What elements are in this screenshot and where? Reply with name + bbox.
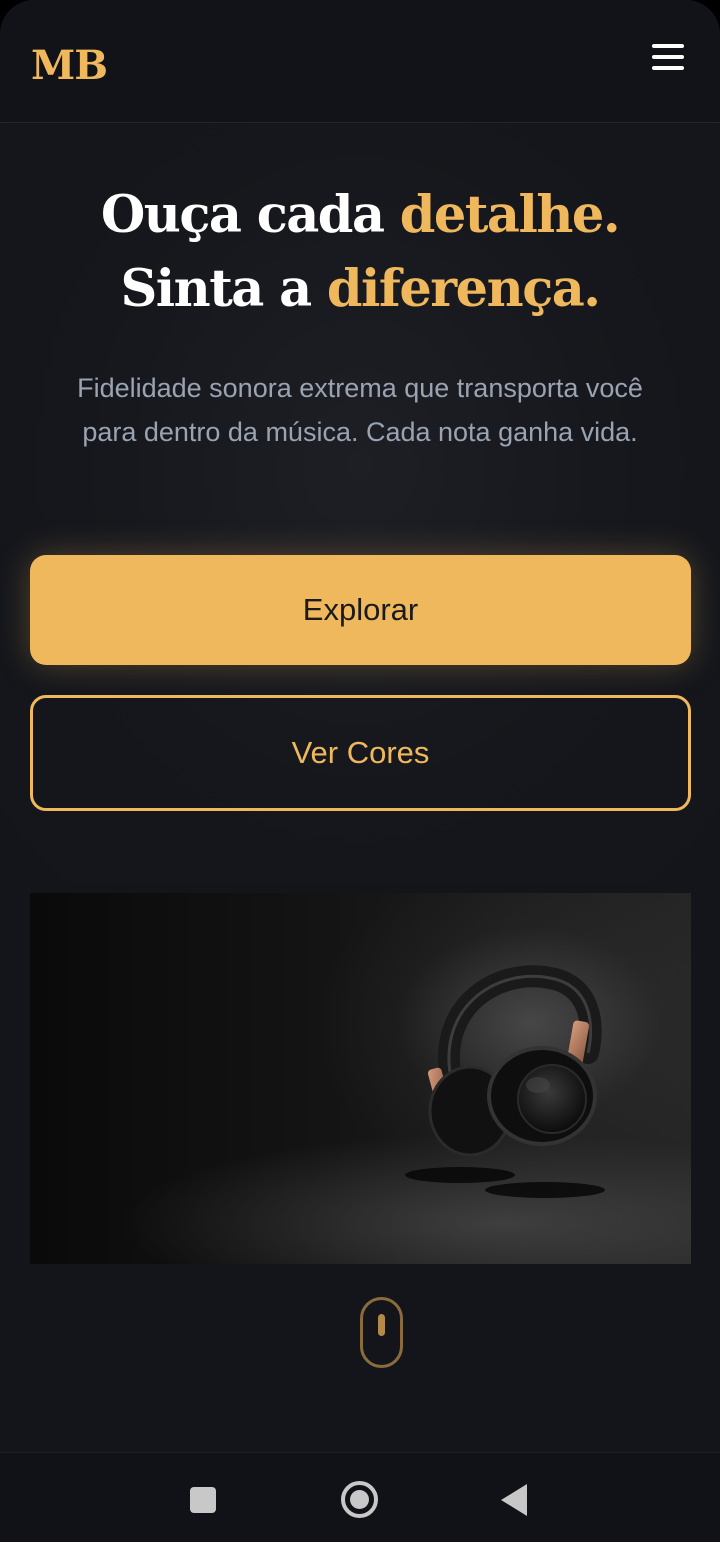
- headline-accent: detalhe.: [399, 185, 621, 245]
- triangle-back-icon[interactable]: [501, 1484, 527, 1516]
- headline-text: Sinta a: [120, 259, 327, 319]
- menu-bar: [652, 66, 684, 70]
- headline-line-1: Ouça cada detalhe.: [100, 185, 621, 245]
- hero-subtitle: Fidelidade sonora extrema que transporta…: [77, 373, 643, 447]
- square-recents-icon[interactable]: [190, 1487, 216, 1513]
- system-navigation-bar: [0, 1452, 720, 1542]
- hamburger-menu-icon[interactable]: [650, 43, 686, 73]
- hero-headline: Ouça cada detalhe. Sinta a diferença.: [0, 178, 720, 326]
- headline-accent: diferença.: [326, 259, 601, 319]
- mouse-scroll-icon[interactable]: [360, 1297, 403, 1368]
- menu-bar: [652, 55, 684, 59]
- headline-text: Ouça cada: [100, 185, 400, 245]
- app-screen: MB Ouça cada detalhe. Sinta a diferença.…: [0, 0, 720, 1542]
- scroll-wheel: [378, 1314, 385, 1336]
- site-header: MB: [0, 0, 720, 123]
- explore-button[interactable]: Explorar: [30, 555, 691, 665]
- see-colors-button[interactable]: Ver Cores: [30, 695, 691, 811]
- headphones-illustration: [405, 965, 605, 1198]
- menu-bar: [652, 44, 684, 48]
- headphones-image: [30, 893, 691, 1264]
- brand-logo[interactable]: MB: [31, 42, 108, 89]
- circle-home-icon[interactable]: [341, 1481, 378, 1518]
- headline-line-2: Sinta a diferença.: [120, 259, 601, 319]
